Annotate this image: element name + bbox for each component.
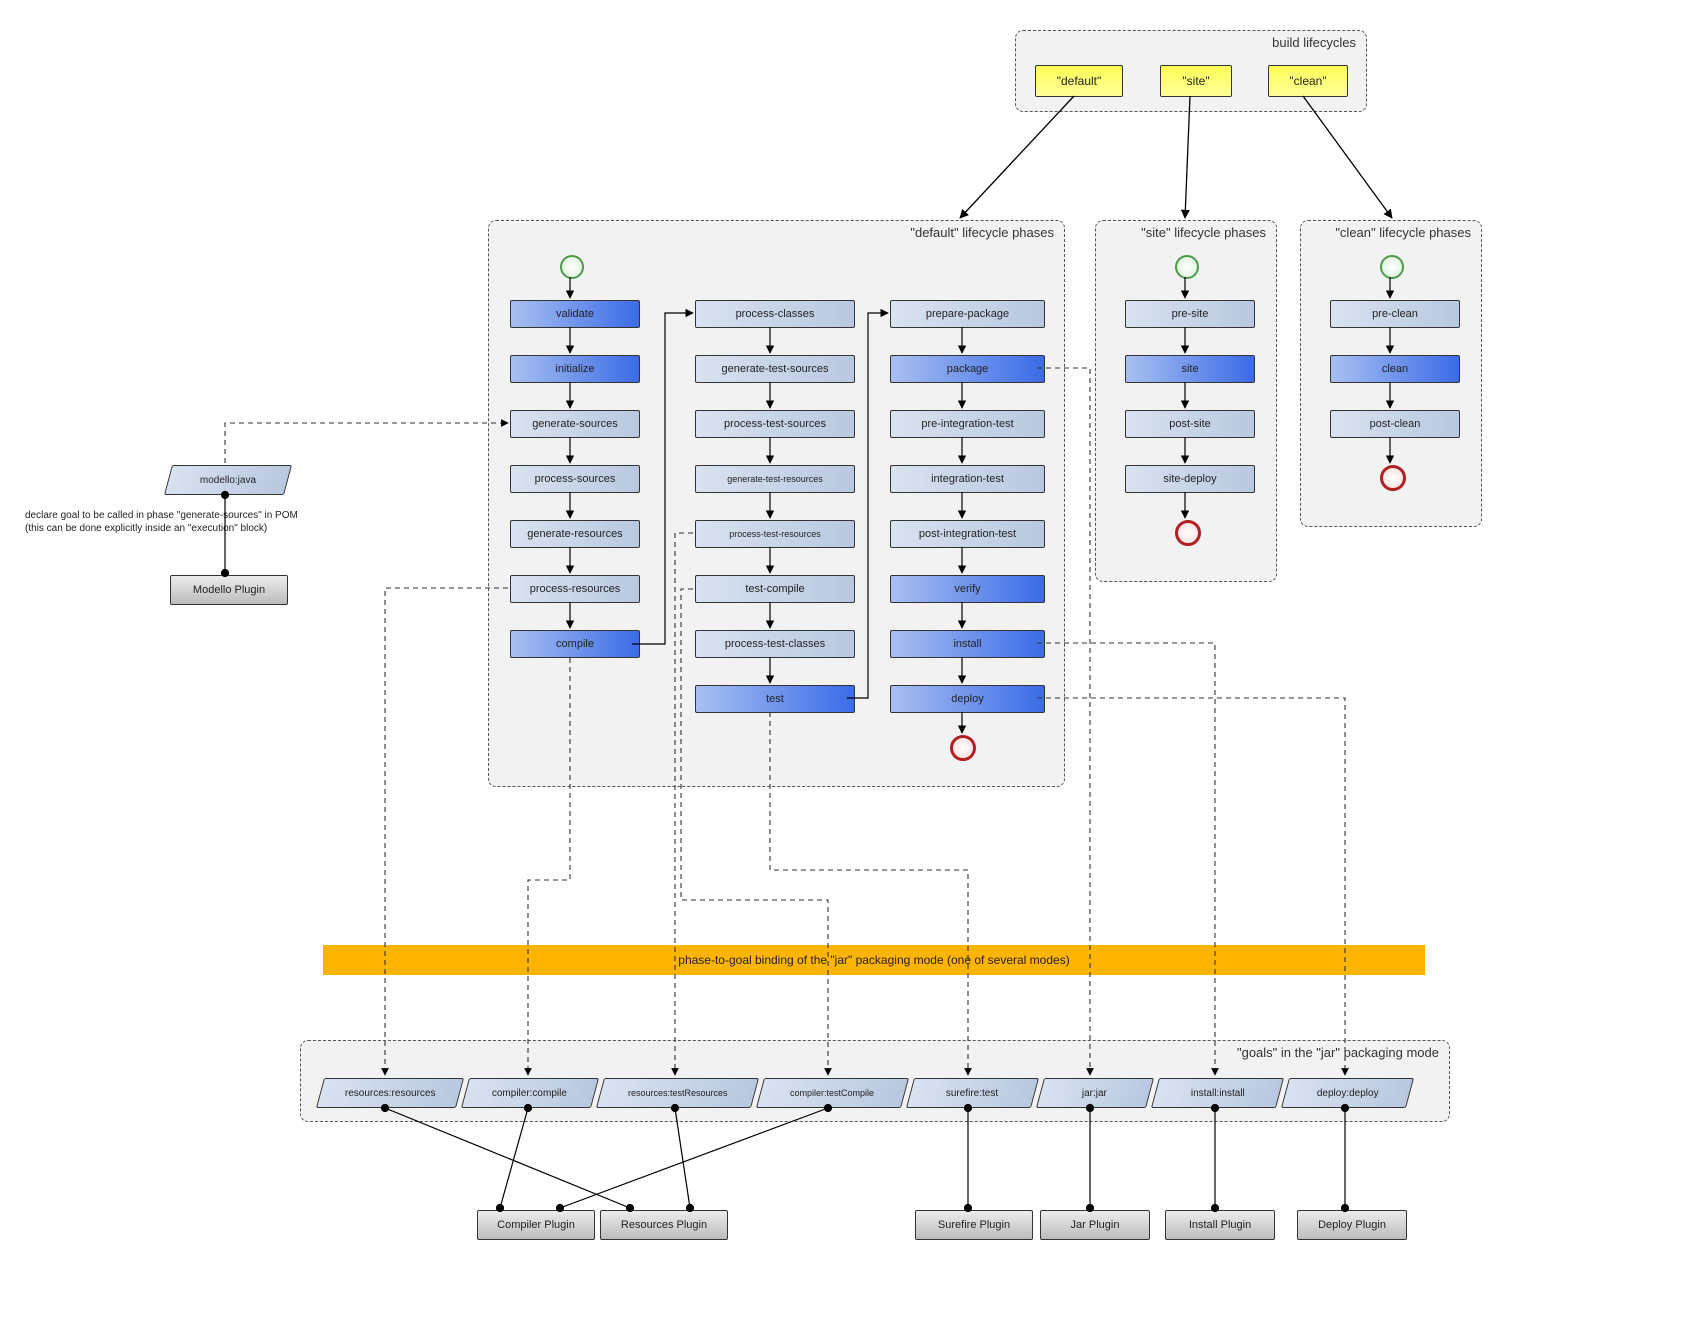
phase-box: post-integration-test	[890, 520, 1045, 548]
plugin-deploy: Deploy Plugin	[1297, 1210, 1407, 1240]
phase-box: compile	[510, 630, 640, 658]
goal-box: surefire:test	[906, 1078, 1039, 1108]
phase-box: generate-test-resources	[695, 465, 855, 493]
start-icon	[1380, 255, 1404, 279]
phase-box: process-test-resources	[695, 520, 855, 548]
phase-box: clean	[1330, 355, 1460, 383]
site-phases-title: "site" lifecycle phases	[1141, 225, 1266, 240]
phase-box: validate	[510, 300, 640, 328]
phase-box: post-site	[1125, 410, 1255, 438]
plugin-resources: Resources Plugin	[600, 1210, 728, 1240]
plugin-surefire: Surefire Plugin	[915, 1210, 1033, 1240]
phase-box: pre-clean	[1330, 300, 1460, 328]
phase-box: generate-sources	[510, 410, 640, 438]
default-phases-title: "default" lifecycle phases	[910, 225, 1054, 240]
lifecycle-clean: "clean"	[1268, 65, 1348, 97]
plugin-jar: Jar Plugin	[1040, 1210, 1150, 1240]
start-icon	[560, 255, 584, 279]
lifecycles-title: build lifecycles	[1272, 35, 1356, 50]
goal-box: compiler:testCompile	[756, 1078, 909, 1108]
phase-box: package	[890, 355, 1045, 383]
phase-box: process-classes	[695, 300, 855, 328]
phase-box: initialize	[510, 355, 640, 383]
phase-box: generate-resources	[510, 520, 640, 548]
phase-box: pre-site	[1125, 300, 1255, 328]
phase-box: process-test-sources	[695, 410, 855, 438]
phase-box: post-clean	[1330, 410, 1460, 438]
plugin-install: Install Plugin	[1165, 1210, 1275, 1240]
clean-phases-title: "clean" lifecycle phases	[1335, 225, 1471, 240]
goal-label: modello:java	[200, 475, 256, 486]
goal-box: compiler:compile	[461, 1078, 599, 1108]
phase-box: site-deploy	[1125, 465, 1255, 493]
phase-box: test	[695, 685, 855, 713]
goal-box: install:install	[1151, 1078, 1284, 1108]
start-icon	[1175, 255, 1199, 279]
end-icon	[950, 735, 976, 761]
goal-box: resources:testResources	[596, 1078, 759, 1108]
diagram-canvas: build lifecycles "default" "site" "clean…	[0, 0, 1685, 1341]
phase-box: deploy	[890, 685, 1045, 713]
goal-box: deploy:deploy	[1281, 1078, 1414, 1108]
end-icon	[1175, 520, 1201, 546]
goal-box: resources:resources	[316, 1078, 464, 1108]
lifecycle-site: "site"	[1160, 65, 1232, 97]
phase-box: install	[890, 630, 1045, 658]
phase-box: process-sources	[510, 465, 640, 493]
phase-box: site	[1125, 355, 1255, 383]
phase-box: generate-test-sources	[695, 355, 855, 383]
plugin-compiler: Compiler Plugin	[477, 1210, 595, 1240]
goals-title: "goals" in the "jar" packaging mode	[1237, 1045, 1439, 1060]
goal-modello: modello:java	[164, 465, 292, 495]
end-icon	[1380, 465, 1406, 491]
phase-box: process-resources	[510, 575, 640, 603]
lifecycle-default: "default"	[1035, 65, 1123, 97]
phase-box: pre-integration-test	[890, 410, 1045, 438]
phase-box: prepare-package	[890, 300, 1045, 328]
modello-caption: declare goal to be called in phase "gene…	[25, 510, 445, 535]
goal-box: jar:jar	[1036, 1078, 1154, 1108]
plugin-modello: Modello Plugin	[170, 575, 288, 605]
phase-box: verify	[890, 575, 1045, 603]
phase-box: process-test-classes	[695, 630, 855, 658]
phase-box: integration-test	[890, 465, 1045, 493]
binding-banner: phase-to-goal binding of the "jar" packa…	[323, 945, 1425, 975]
phase-box: test-compile	[695, 575, 855, 603]
